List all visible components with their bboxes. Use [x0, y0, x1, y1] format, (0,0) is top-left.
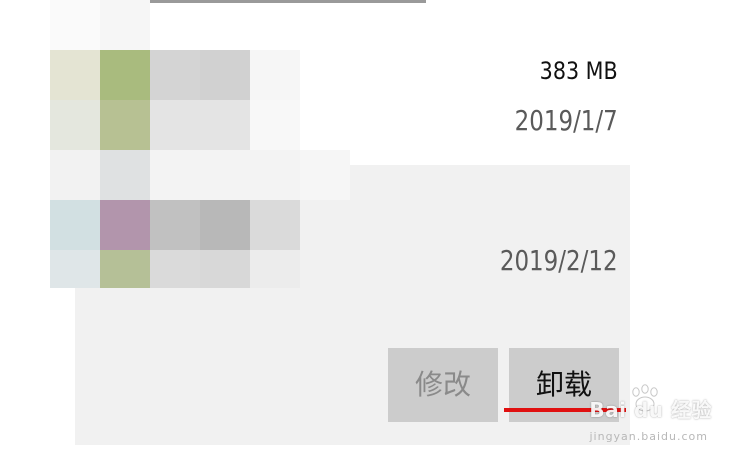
mosaic-cell [50, 200, 100, 250]
mosaic-cell [250, 200, 300, 250]
selected-install-date: 2019/2/12 [500, 244, 618, 277]
app-size: 383 MB [540, 57, 618, 85]
mosaic-cell [150, 250, 200, 288]
mosaic-cell [150, 100, 200, 150]
mosaic-cell [100, 50, 150, 100]
highlight-underline [504, 408, 626, 412]
mosaic-cell [50, 150, 100, 200]
mosaic-cell [100, 250, 150, 288]
mosaic-cell [150, 50, 200, 100]
mosaic-cell [250, 250, 300, 288]
mosaic-cell [50, 50, 100, 100]
mosaic-cell [100, 100, 150, 150]
mosaic-cell [200, 50, 250, 100]
mosaic-cell [150, 150, 200, 200]
mosaic-cell [200, 150, 250, 200]
baidu-paw-icon [632, 384, 658, 412]
mosaic-cell [100, 150, 150, 200]
mosaic-cell [300, 150, 350, 200]
install-date: 2019/1/7 [514, 104, 618, 137]
mosaic-cell [250, 50, 300, 100]
mosaic-cell [100, 0, 150, 50]
modify-button[interactable]: 修改 [388, 348, 498, 422]
mosaic-cell [150, 200, 200, 250]
mosaic-cell [50, 100, 100, 150]
mosaic-cell [250, 100, 300, 150]
mosaic-cell [50, 0, 100, 50]
mosaic-cell [250, 150, 300, 200]
mosaic-cell [100, 200, 150, 250]
mosaic-cell [200, 250, 250, 288]
mosaic-cell [200, 100, 250, 150]
mosaic-cell [50, 250, 100, 288]
mosaic-cell [200, 200, 250, 250]
